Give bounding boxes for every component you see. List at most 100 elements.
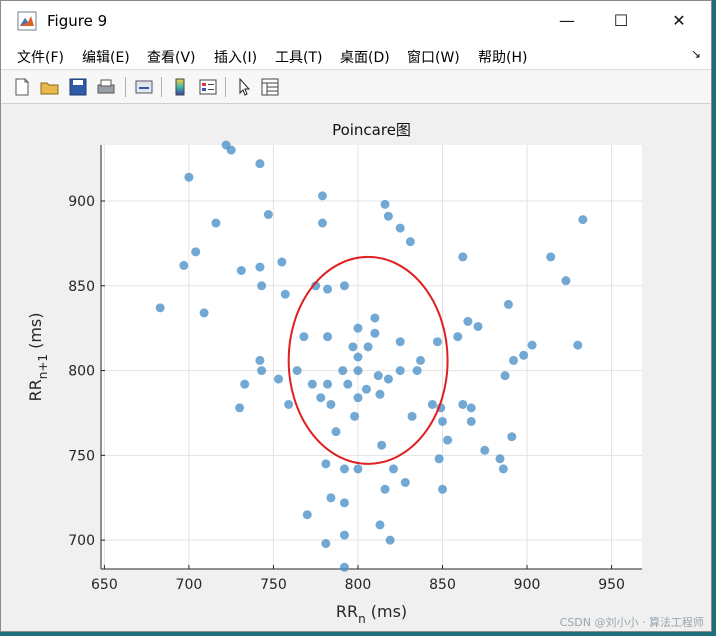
menu-file[interactable]: 文件(F) bbox=[17, 47, 64, 67]
data-point bbox=[191, 247, 201, 257]
save-icon[interactable] bbox=[67, 76, 89, 98]
data-point bbox=[353, 393, 363, 403]
data-point bbox=[257, 366, 267, 376]
data-point bbox=[353, 366, 363, 376]
data-point bbox=[395, 337, 405, 347]
data-point bbox=[255, 355, 265, 365]
menu-insert[interactable]: 插入(I) bbox=[214, 47, 257, 67]
matlab-app-icon bbox=[17, 11, 37, 31]
data-point bbox=[377, 440, 387, 450]
data-point bbox=[339, 562, 349, 572]
data-point bbox=[235, 403, 245, 413]
property-inspector-icon[interactable] bbox=[259, 76, 281, 98]
data-point bbox=[284, 399, 294, 409]
data-point bbox=[380, 484, 390, 494]
new-figure-icon[interactable] bbox=[11, 76, 33, 98]
menu-tools[interactable]: 工具(T) bbox=[275, 47, 322, 67]
figure-canvas: 650 700 750 800 850 900 950 700 750 800 850 900 Poin… bbox=[11, 105, 703, 629]
data-point bbox=[323, 284, 333, 294]
data-point bbox=[407, 411, 417, 421]
data-point bbox=[438, 416, 448, 426]
data-point bbox=[184, 172, 194, 182]
data-point bbox=[211, 218, 221, 228]
data-point bbox=[255, 159, 265, 169]
open-file-icon[interactable] bbox=[39, 76, 61, 98]
data-point bbox=[463, 316, 473, 326]
y-tick-label: 800 bbox=[68, 364, 95, 380]
data-point bbox=[395, 223, 405, 233]
x-tick-label: 800 bbox=[345, 577, 372, 593]
data-point bbox=[385, 535, 395, 545]
data-point bbox=[350, 411, 360, 421]
y-axis-label: RRn+1 (ms) bbox=[26, 312, 50, 401]
data-point bbox=[380, 199, 390, 209]
data-point bbox=[299, 332, 309, 342]
data-point bbox=[498, 464, 508, 474]
data-point bbox=[373, 371, 383, 381]
data-point bbox=[519, 350, 529, 360]
minimize-button[interactable]: — bbox=[541, 1, 593, 41]
y-tick-label: 750 bbox=[68, 448, 95, 464]
data-point bbox=[353, 323, 363, 333]
pointer-icon[interactable] bbox=[233, 76, 255, 98]
figure-window: Figure 9 — ☐ ✕ 文件(F) 编辑(E) 查看(V) 插入(I) 工… bbox=[0, 0, 712, 632]
data-point bbox=[466, 403, 476, 413]
data-point bbox=[507, 432, 517, 442]
plot-area bbox=[101, 145, 642, 569]
menu-overflow-arrow[interactable]: ↘ bbox=[691, 47, 701, 61]
maximize-button[interactable]: ☐ bbox=[595, 1, 647, 41]
data-point bbox=[339, 530, 349, 540]
x-tick-label: 700 bbox=[176, 577, 203, 593]
data-point bbox=[495, 454, 505, 464]
chart-title: Poincare图 bbox=[332, 121, 411, 139]
data-point bbox=[443, 435, 453, 445]
data-point bbox=[405, 237, 415, 247]
data-point bbox=[370, 328, 380, 338]
data-point bbox=[412, 366, 422, 376]
x-axis-label: RRn (ms) bbox=[336, 602, 407, 626]
menu-help[interactable]: 帮助(H) bbox=[478, 47, 527, 67]
data-point bbox=[155, 303, 165, 313]
data-point bbox=[416, 355, 426, 365]
data-point bbox=[363, 342, 373, 352]
x-tick-label: 850 bbox=[429, 577, 456, 593]
x-tick-label: 750 bbox=[260, 577, 287, 593]
legend-icon[interactable] bbox=[197, 76, 219, 98]
data-point bbox=[199, 308, 209, 318]
data-point bbox=[388, 464, 398, 474]
data-point bbox=[370, 313, 380, 323]
data-point bbox=[331, 427, 341, 437]
data-point bbox=[561, 276, 571, 286]
data-point bbox=[307, 379, 317, 389]
data-point bbox=[321, 459, 331, 469]
data-point bbox=[353, 464, 363, 474]
data-point bbox=[292, 366, 302, 376]
menu-window[interactable]: 窗口(W) bbox=[407, 47, 460, 67]
print-icon[interactable] bbox=[95, 76, 117, 98]
data-point bbox=[383, 211, 393, 221]
data-point bbox=[339, 281, 349, 291]
link-icon[interactable] bbox=[133, 76, 155, 98]
data-point bbox=[453, 332, 463, 342]
data-point bbox=[527, 340, 537, 350]
data-point bbox=[353, 352, 363, 362]
data-point bbox=[458, 399, 468, 409]
data-point bbox=[500, 371, 510, 381]
menu-edit[interactable]: 编辑(E) bbox=[82, 47, 130, 67]
menu-view[interactable]: 查看(V) bbox=[147, 47, 196, 67]
y-tick-label: 850 bbox=[68, 279, 95, 295]
data-point bbox=[179, 260, 189, 270]
menu-desktop[interactable]: 桌面(D) bbox=[340, 47, 390, 67]
x-tick-label: 950 bbox=[598, 577, 625, 593]
watermark: CSDN @刘小小 · 算法工程师 bbox=[559, 616, 704, 629]
data-point bbox=[573, 340, 583, 350]
data-point bbox=[434, 454, 444, 464]
data-point bbox=[361, 384, 371, 394]
colorbar-icon[interactable] bbox=[169, 76, 191, 98]
menu-bar: 文件(F) 编辑(E) 查看(V) 插入(I) 工具(T) 桌面(D) 窗口(W… bbox=[1, 41, 711, 70]
data-point bbox=[375, 389, 385, 399]
data-point bbox=[302, 510, 312, 520]
x-tick-label: 900 bbox=[514, 577, 541, 593]
data-point bbox=[338, 366, 348, 376]
close-button[interactable]: ✕ bbox=[653, 1, 705, 41]
